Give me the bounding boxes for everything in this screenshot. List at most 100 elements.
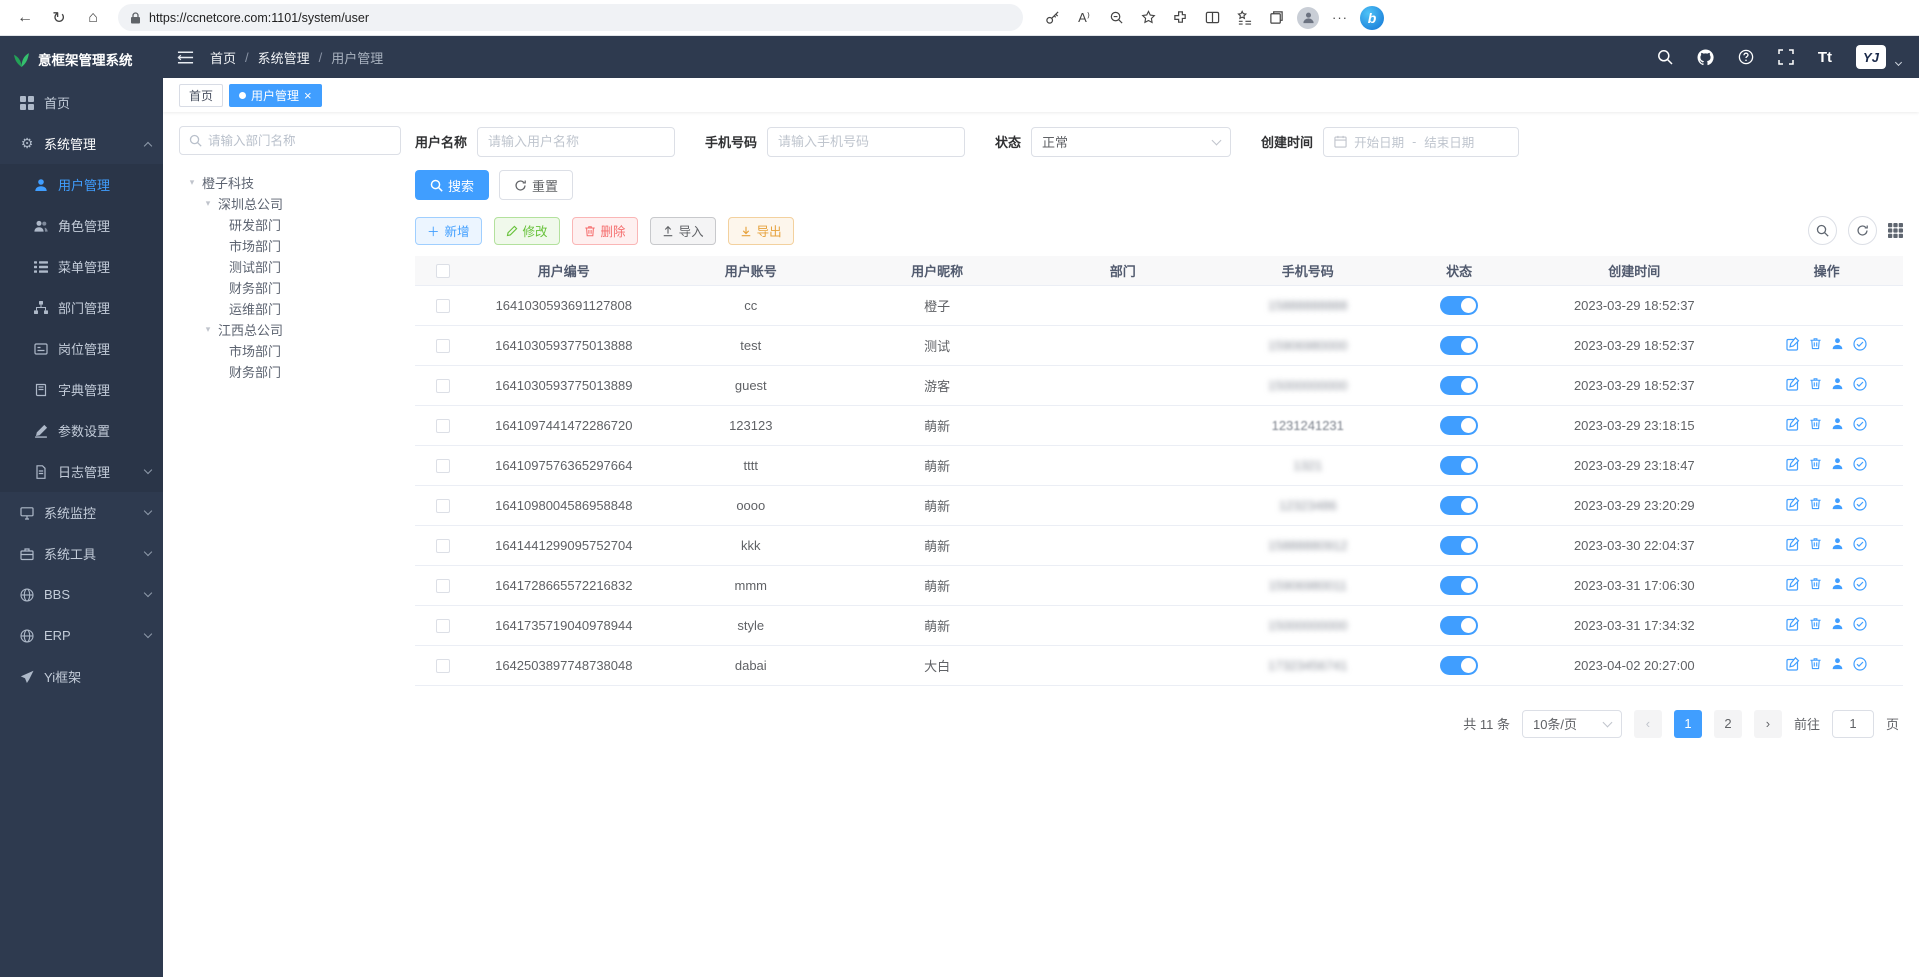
table-row[interactable]: 1641030593775013889 guest 游客 15000000000… — [415, 365, 1903, 405]
row-assign-role-icon[interactable] — [1853, 617, 1867, 631]
font-size-icon[interactable]: Tt — [1818, 49, 1832, 66]
user-avatar[interactable]: YJ — [1856, 45, 1886, 69]
row-reset-password-icon[interactable] — [1831, 417, 1844, 430]
table-row[interactable]: 1642503897748738048 dabai 大白 17323456741… — [415, 645, 1903, 685]
collections-icon[interactable] — [1261, 4, 1291, 32]
row-reset-password-icon[interactable] — [1831, 337, 1844, 350]
row-assign-role-icon[interactable] — [1853, 417, 1867, 431]
row-delete-icon[interactable] — [1809, 457, 1822, 470]
row-edit-icon[interactable] — [1786, 417, 1800, 431]
table-refresh-icon[interactable] — [1848, 216, 1877, 245]
next-page-button[interactable]: › — [1754, 710, 1782, 738]
row-checkbox[interactable] — [436, 619, 450, 633]
caret-down-icon[interactable]: ▾ — [203, 198, 213, 209]
status-toggle[interactable] — [1440, 416, 1478, 435]
app-logo[interactable]: 意框架管理系统 — [0, 36, 163, 82]
table-row[interactable]: 1641735719040978944 style 萌新 15000000000… — [415, 605, 1903, 645]
sidebar-item-dict-management[interactable]: 字典管理 — [0, 369, 163, 410]
delete-button[interactable]: 删除 — [572, 217, 638, 245]
row-delete-icon[interactable] — [1809, 377, 1822, 390]
department-search[interactable] — [179, 126, 401, 155]
page-button-1[interactable]: 1 — [1674, 710, 1702, 738]
export-button[interactable]: 导出 — [728, 217, 794, 245]
row-delete-icon[interactable] — [1809, 657, 1822, 670]
tree-node-dept[interactable]: 财务部门 — [179, 277, 401, 298]
row-reset-password-icon[interactable] — [1831, 617, 1844, 630]
row-assign-role-icon[interactable] — [1853, 457, 1867, 471]
row-assign-role-icon[interactable] — [1853, 377, 1867, 391]
help-question-icon[interactable] — [1738, 49, 1754, 65]
status-toggle[interactable] — [1440, 616, 1478, 635]
browser-menu-dots-icon[interactable]: ··· — [1325, 4, 1355, 32]
row-reset-password-icon[interactable] — [1831, 577, 1844, 590]
status-select[interactable]: 正常 — [1031, 127, 1231, 157]
tab-home[interactable]: 首页 — [179, 84, 223, 107]
row-edit-icon[interactable] — [1786, 377, 1800, 391]
tree-node-dept[interactable]: 市场部门 — [179, 340, 401, 361]
sidebar-item-yi-framework[interactable]: Yi框架 — [0, 656, 163, 697]
row-assign-role-icon[interactable] — [1853, 657, 1867, 671]
tree-node-company[interactable]: ▾ 橙子科技 — [179, 172, 401, 193]
status-toggle[interactable] — [1440, 576, 1478, 595]
status-toggle[interactable] — [1440, 296, 1478, 315]
row-checkbox[interactable] — [436, 299, 450, 313]
row-reset-password-icon[interactable] — [1831, 497, 1844, 510]
github-icon[interactable] — [1697, 49, 1714, 66]
goto-page-input[interactable] — [1832, 710, 1874, 738]
sidebar-item-menu-management[interactable]: 菜单管理 — [0, 246, 163, 287]
browser-refresh-icon[interactable]: ↻ — [44, 4, 74, 32]
favorite-star-icon[interactable] — [1133, 4, 1163, 32]
row-reset-password-icon[interactable] — [1831, 377, 1844, 390]
tree-node-dept[interactable]: 研发部门 — [179, 214, 401, 235]
table-row[interactable]: 1641097441472286720 123123 萌新 1231241231… — [415, 405, 1903, 445]
row-checkbox[interactable] — [436, 459, 450, 473]
add-button[interactable]: ＋ 新增 — [415, 217, 482, 245]
column-settings-icon[interactable] — [1888, 223, 1903, 238]
sidebar-item-system-management[interactable]: ⚙ 系统管理 — [0, 123, 163, 164]
tree-node-dept[interactable]: 财务部门 — [179, 361, 401, 382]
status-toggle[interactable] — [1440, 376, 1478, 395]
favorites-bar-icon[interactable] — [1229, 4, 1259, 32]
fullscreen-icon[interactable] — [1778, 49, 1794, 65]
row-checkbox[interactable] — [436, 419, 450, 433]
row-edit-icon[interactable] — [1786, 657, 1800, 671]
row-reset-password-icon[interactable] — [1831, 537, 1844, 550]
sidebar-item-system-tools[interactable]: 系统工具 — [0, 533, 163, 574]
tree-node-branch[interactable]: ▾ 深圳总公司 — [179, 193, 401, 214]
reset-button[interactable]: 重置 — [499, 170, 573, 200]
row-assign-role-icon[interactable] — [1853, 537, 1867, 551]
sidebar-item-post-management[interactable]: 岗位管理 — [0, 328, 163, 369]
sidebar-item-user-management[interactable]: 用户管理 — [0, 164, 163, 205]
caret-down-icon[interactable]: ▾ — [187, 177, 197, 188]
sidebar-item-param-settings[interactable]: 参数设置 — [0, 410, 163, 451]
sidebar-item-department-management[interactable]: 部门管理 — [0, 287, 163, 328]
status-toggle[interactable] — [1440, 656, 1478, 675]
row-edit-icon[interactable] — [1786, 337, 1800, 351]
split-screen-icon[interactable] — [1197, 4, 1227, 32]
address-bar[interactable]: https://ccnetcore.com:1101/system/user — [118, 4, 1023, 31]
table-row[interactable]: 1641030593775013888 test 测试 15906980000 … — [415, 325, 1903, 365]
row-edit-icon[interactable] — [1786, 457, 1800, 471]
sidebar-item-log-management[interactable]: 日志管理 — [0, 451, 163, 492]
status-toggle[interactable] — [1440, 336, 1478, 355]
row-delete-icon[interactable] — [1809, 417, 1822, 430]
table-row[interactable]: 1641097576365297664 tttt 萌新 1321 2023-03… — [415, 445, 1903, 485]
row-reset-password-icon[interactable] — [1831, 657, 1844, 670]
import-button[interactable]: 导入 — [650, 217, 716, 245]
avatar-chevron-down-icon[interactable] — [1895, 59, 1902, 66]
url-text[interactable]: https://ccnetcore.com:1101/system/user — [149, 11, 369, 25]
row-delete-icon[interactable] — [1809, 537, 1822, 550]
table-row[interactable]: 1641728665572216832 mmm 萌新 15906980011 2… — [415, 565, 1903, 605]
browser-back-icon[interactable]: ← — [10, 4, 40, 32]
search-button[interactable]: 搜索 — [415, 170, 489, 200]
sidebar-item-bbs[interactable]: BBS — [0, 574, 163, 615]
sidebar-item-role-management[interactable]: 角色管理 — [0, 205, 163, 246]
tree-node-dept[interactable]: 运维部门 — [179, 298, 401, 319]
page-button-2[interactable]: 2 — [1714, 710, 1742, 738]
row-edit-icon[interactable] — [1786, 577, 1800, 591]
table-row[interactable]: 1641098004586958848 oooo 萌新 12323486 202… — [415, 485, 1903, 525]
browser-profile-avatar[interactable] — [1293, 4, 1323, 32]
read-aloud-icon[interactable]: A⁾ — [1069, 4, 1099, 32]
row-delete-icon[interactable] — [1809, 337, 1822, 350]
tab-close-icon[interactable]: × — [304, 89, 312, 102]
